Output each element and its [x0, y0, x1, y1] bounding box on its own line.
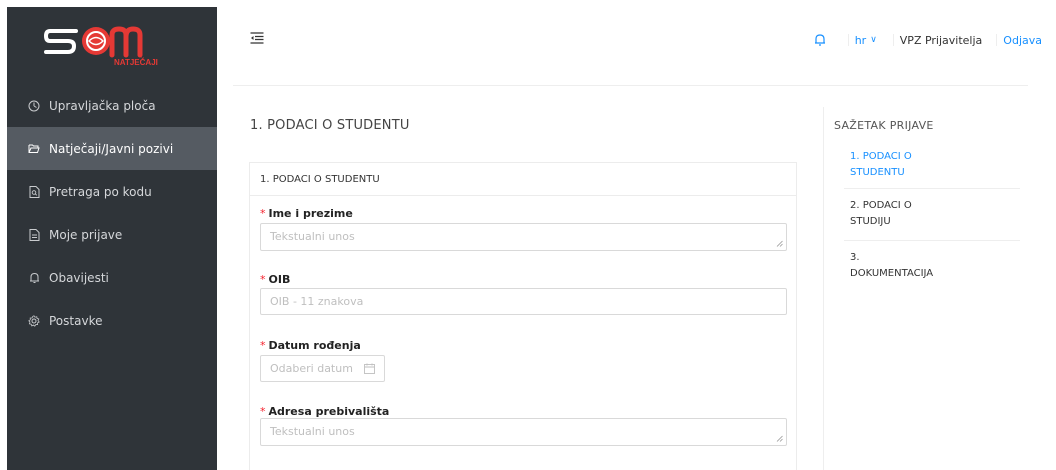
address-label: * Adresa prebivališta [260, 405, 390, 418]
dob-datepicker[interactable]: Odaberi datum [260, 355, 385, 382]
summary-link-student[interactable]: 1. PODACI O STUDENTU [850, 149, 1020, 181]
sidebar-item-obavijesti[interactable]: Obavijesti [7, 256, 217, 299]
divider [847, 34, 849, 46]
application-summary: SAŽETAK PRIJAVE 1. PODACI O STUDENTU 2. … [823, 107, 1056, 470]
header-actions: hr ∨ VPZ Prijavitelja Odjava [814, 31, 1042, 49]
oib-label: * OIB [260, 273, 291, 286]
bell-icon [27, 271, 41, 285]
sidebar-item-label: Upravljačka ploča [49, 98, 156, 113]
svg-text:NATJEČAJI: NATJEČAJI [114, 58, 158, 67]
top-bar: hr ∨ VPZ Prijavitelja Odjava [217, 7, 1056, 73]
page-title: 1. PODACI O STUDENTU [250, 118, 410, 133]
sidebar-item-natjecaji[interactable]: Natječaji/Javni pozivi [7, 127, 217, 170]
summary-link-documentation[interactable]: 3. DOKUMENTACIJA [850, 250, 1020, 282]
sidebar-item-label: Postavke [49, 313, 103, 328]
header-divider [233, 85, 1028, 86]
sidebar-item-label: Natječaji/Javni pozivi [49, 141, 174, 156]
gear-icon [27, 314, 41, 328]
chevron-down-icon: ∨ [870, 35, 877, 45]
divider [892, 34, 894, 46]
oib-input[interactable]: OIB - 11 znakova [260, 288, 787, 315]
required-marker: * [260, 207, 266, 220]
name-textarea[interactable]: Tekstualni unos [260, 223, 787, 251]
file-icon [27, 228, 41, 242]
sidebar-item-label: Obavijesti [49, 270, 109, 285]
card-title: 1. PODACI O STUDENTU [250, 163, 796, 196]
language-value: hr [854, 33, 867, 47]
required-marker: * [260, 273, 266, 286]
student-data-card: 1. PODACI O STUDENTU * Ime i prezime Teks… [249, 162, 797, 470]
name-placeholder: Tekstualni unos [270, 230, 355, 243]
address-textarea[interactable]: Tekstualni unos [260, 418, 787, 446]
sidebar-item-pretraga[interactable]: Pretraga po kodu [7, 170, 217, 213]
resize-handle-icon[interactable] [776, 435, 783, 442]
name-label: * Ime i prezime [260, 207, 353, 220]
required-marker: * [260, 339, 266, 352]
summary-link-study[interactable]: 2. PODACI O STUDIJU [850, 198, 1020, 230]
language-select[interactable]: hr ∨ [855, 34, 877, 47]
sidebar-item-postavke[interactable]: Postavke [7, 299, 217, 342]
menu-collapse-icon[interactable] [250, 32, 264, 46]
file-search-icon [27, 185, 41, 199]
sidebar-nav: Upravljačka ploča Natječaji/Javni pozivi… [7, 84, 217, 342]
sidebar-item-moje-prijave[interactable]: Moje prijave [7, 213, 217, 256]
folder-open-icon [27, 142, 41, 156]
user-name[interactable]: VPZ Prijavitelja [900, 34, 983, 47]
summary-divider [844, 240, 1020, 241]
sidebar-item-label: Pretraga po kodu [49, 184, 152, 199]
oib-placeholder: OIB - 11 znakova [270, 295, 364, 308]
logo-mark: NATJEČAJI [43, 26, 158, 67]
summary-divider [844, 188, 1020, 189]
dob-placeholder: Odaberi datum [270, 362, 353, 375]
required-marker: * [260, 405, 266, 418]
notifications-bell-icon[interactable] [814, 33, 826, 47]
summary-title: SAŽETAK PRIJAVE [834, 119, 934, 132]
sidebar-item-dashboard[interactable]: Upravljačka ploča [7, 84, 217, 127]
app-logo[interactable]: NATJEČAJI [7, 7, 217, 75]
dob-label: * Datum rođenja [260, 339, 361, 352]
sidebar-item-label: Moje prijave [49, 227, 123, 242]
dashboard-icon [27, 99, 41, 113]
calendar-icon [364, 363, 375, 374]
divider [996, 34, 998, 46]
sidebar: NATJEČAJI Upravljačka ploča Natječaji/Ja… [7, 7, 217, 470]
address-placeholder: Tekstualni unos [270, 425, 355, 438]
resize-handle-icon[interactable] [776, 240, 783, 247]
logout-link[interactable]: Odjava [1003, 34, 1042, 47]
